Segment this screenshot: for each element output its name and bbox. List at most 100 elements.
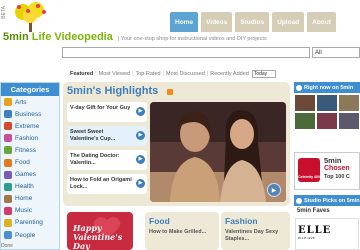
right-now-thumbs [295,95,359,129]
category-label: Arts [15,98,27,106]
category-item[interactable]: Business [1,108,59,120]
filter-divider: | [132,71,134,77]
category-item[interactable]: Extreme [1,120,59,132]
category-item[interactable]: Fashion [1,132,59,144]
category-label: Extreme [15,122,40,130]
category-label: People [15,231,36,239]
highlights-title: 5min's Highlights [67,85,159,97]
highlight-item[interactable]: The Dating Doctor: Valentin... ▶ [67,150,147,170]
studio-picks-title: Studio Picks on 5min [304,197,360,204]
elle-logo: ELLE ELLE LIVE [298,225,331,240]
food-card[interactable]: Food How to Make Grilled... [145,212,219,250]
nav-tab-videos[interactable]: Videos [201,12,233,32]
category-icon [4,231,12,240]
filter-most-viewed[interactable]: Most Viewed [99,71,130,77]
categories-list: Arts Business Extreme Fashion Fitness Food Gam… [1,96,59,241]
logo-suffix: Life Videopedia [31,31,113,43]
status-text: Done [1,243,13,249]
studio-picks-header: Studio Picks on 5min [294,195,360,206]
category-label: Parenting [15,219,43,227]
category-label: Music [15,207,32,215]
category-icon [4,134,12,143]
celebrity-badge-icon: Celebrity 400 [298,158,320,182]
right-now-title: Right now on 5min [304,84,354,91]
valentine-card[interactable]: Happy Valentine's Day [67,212,133,250]
category-icon [4,182,12,191]
video-thumb[interactable] [317,113,337,129]
play-arrow-icon[interactable]: ▶ [136,179,145,188]
play-arrow-icon[interactable]: ▶ [136,155,145,164]
elle-logo-text: ELLE [298,225,332,236]
play-arrow-icon[interactable]: ▶ [136,107,145,116]
category-item[interactable]: Arts [1,96,59,108]
site-logo[interactable]: 5min Life Videopedia [3,31,113,43]
category-icon [4,158,12,167]
category-icon [4,170,12,179]
fashion-card-subtitle[interactable]: Valentines Day Sexy Staples... [225,229,290,243]
studio-picks-icon [296,197,302,204]
food-card-subtitle[interactable]: How to Make Grilled... [149,229,206,236]
highlights-panel: 5min's Highlights V-day Gift for Your Gu… [63,82,290,206]
play-button-icon[interactable]: ▶ [267,183,281,197]
video-thumb[interactable] [295,113,315,129]
right-now-header: Right now on 5min [294,82,360,93]
video-thumb[interactable] [317,95,337,111]
filter-top-rated[interactable]: Top Rated [136,71,161,77]
category-icon [4,206,12,215]
category-item[interactable]: Health [1,181,59,193]
video-thumb[interactable] [295,95,315,111]
category-item[interactable]: Home [1,193,59,205]
search-scope-select[interactable]: All [312,47,360,58]
category-label: Home [15,195,33,203]
nav-tab-about[interactable]: About [307,12,336,32]
category-icon [4,194,12,203]
video-thumb[interactable] [339,95,359,111]
search-scope-value: All [315,49,322,56]
filter-recently-added[interactable]: Recently Added [210,71,249,77]
category-item[interactable]: Parenting [1,217,59,229]
category-label: Games [15,171,36,179]
promo-chosen: Chosen [324,165,350,172]
filter-most-discussed[interactable]: Most Discussed [166,71,205,77]
logo-tree-icon[interactable] [8,2,54,32]
category-item[interactable]: Music [1,205,59,217]
category-label: Health [15,183,34,191]
period-select[interactable]: Today [251,70,276,78]
play-arrow-icon[interactable]: ▶ [136,131,145,140]
nav-tab-studios[interactable]: Studios [235,12,270,32]
filter-tabs: Featured | Most Viewed | Top Rated | Mos… [70,70,276,78]
category-item[interactable]: Fitness [1,144,59,156]
highlight-item-label: V-day Gift for Your Guy [70,105,131,111]
category-item[interactable]: Games [1,169,59,181]
rss-icon[interactable] [167,89,173,95]
faves-title: 5min Faves [297,208,330,214]
promo-title: 5min [324,156,342,165]
featured-video[interactable]: ▶ [150,102,286,202]
search-bar: All [62,47,360,58]
valentine-card-text: Happy Valentine's Day [73,223,123,250]
nav-tab-home[interactable]: Home [170,12,199,32]
chosen-promo[interactable]: Celebrity 400 5min Chosen Top 100 C [294,152,360,190]
category-icon [4,146,12,155]
categories-panel: Categories Arts Business Extreme Fashion Fit… [0,82,60,250]
category-item[interactable]: Food [1,156,59,168]
fashion-card-title: Fashion [225,216,258,226]
filter-featured[interactable]: Featured [70,71,93,77]
nav-tab-upload[interactable]: Upload [272,12,305,32]
food-card-title: Food [149,216,170,226]
category-item[interactable]: People [1,229,59,241]
highlight-item-label: Sweet Sweet Valentine's Cup... [70,129,116,142]
highlight-item[interactable]: Sweet Sweet Valentine's Cup... ▶ [67,126,147,146]
category-label: Fashion [15,134,39,142]
categories-title: Categories [1,83,59,96]
elle-promo[interactable]: ELLE ELLE LIVE [295,218,359,250]
highlight-item[interactable]: How to Fold an Origami Lock... ▶ [67,174,147,194]
filter-divider: | [95,71,97,77]
video-thumb[interactable] [339,113,359,129]
highlight-item-label: The Dating Doctor: Valentin... [70,153,120,166]
search-input[interactable] [62,47,310,58]
highlight-item[interactable]: V-day Gift for Your Guy ▶ [67,102,147,122]
header: BETA 5min Life Videopedia | Your one-sto… [0,0,360,44]
fashion-card[interactable]: Fashion Valentines Day Sexy Staples... [221,212,290,250]
category-label: Business [15,110,42,118]
